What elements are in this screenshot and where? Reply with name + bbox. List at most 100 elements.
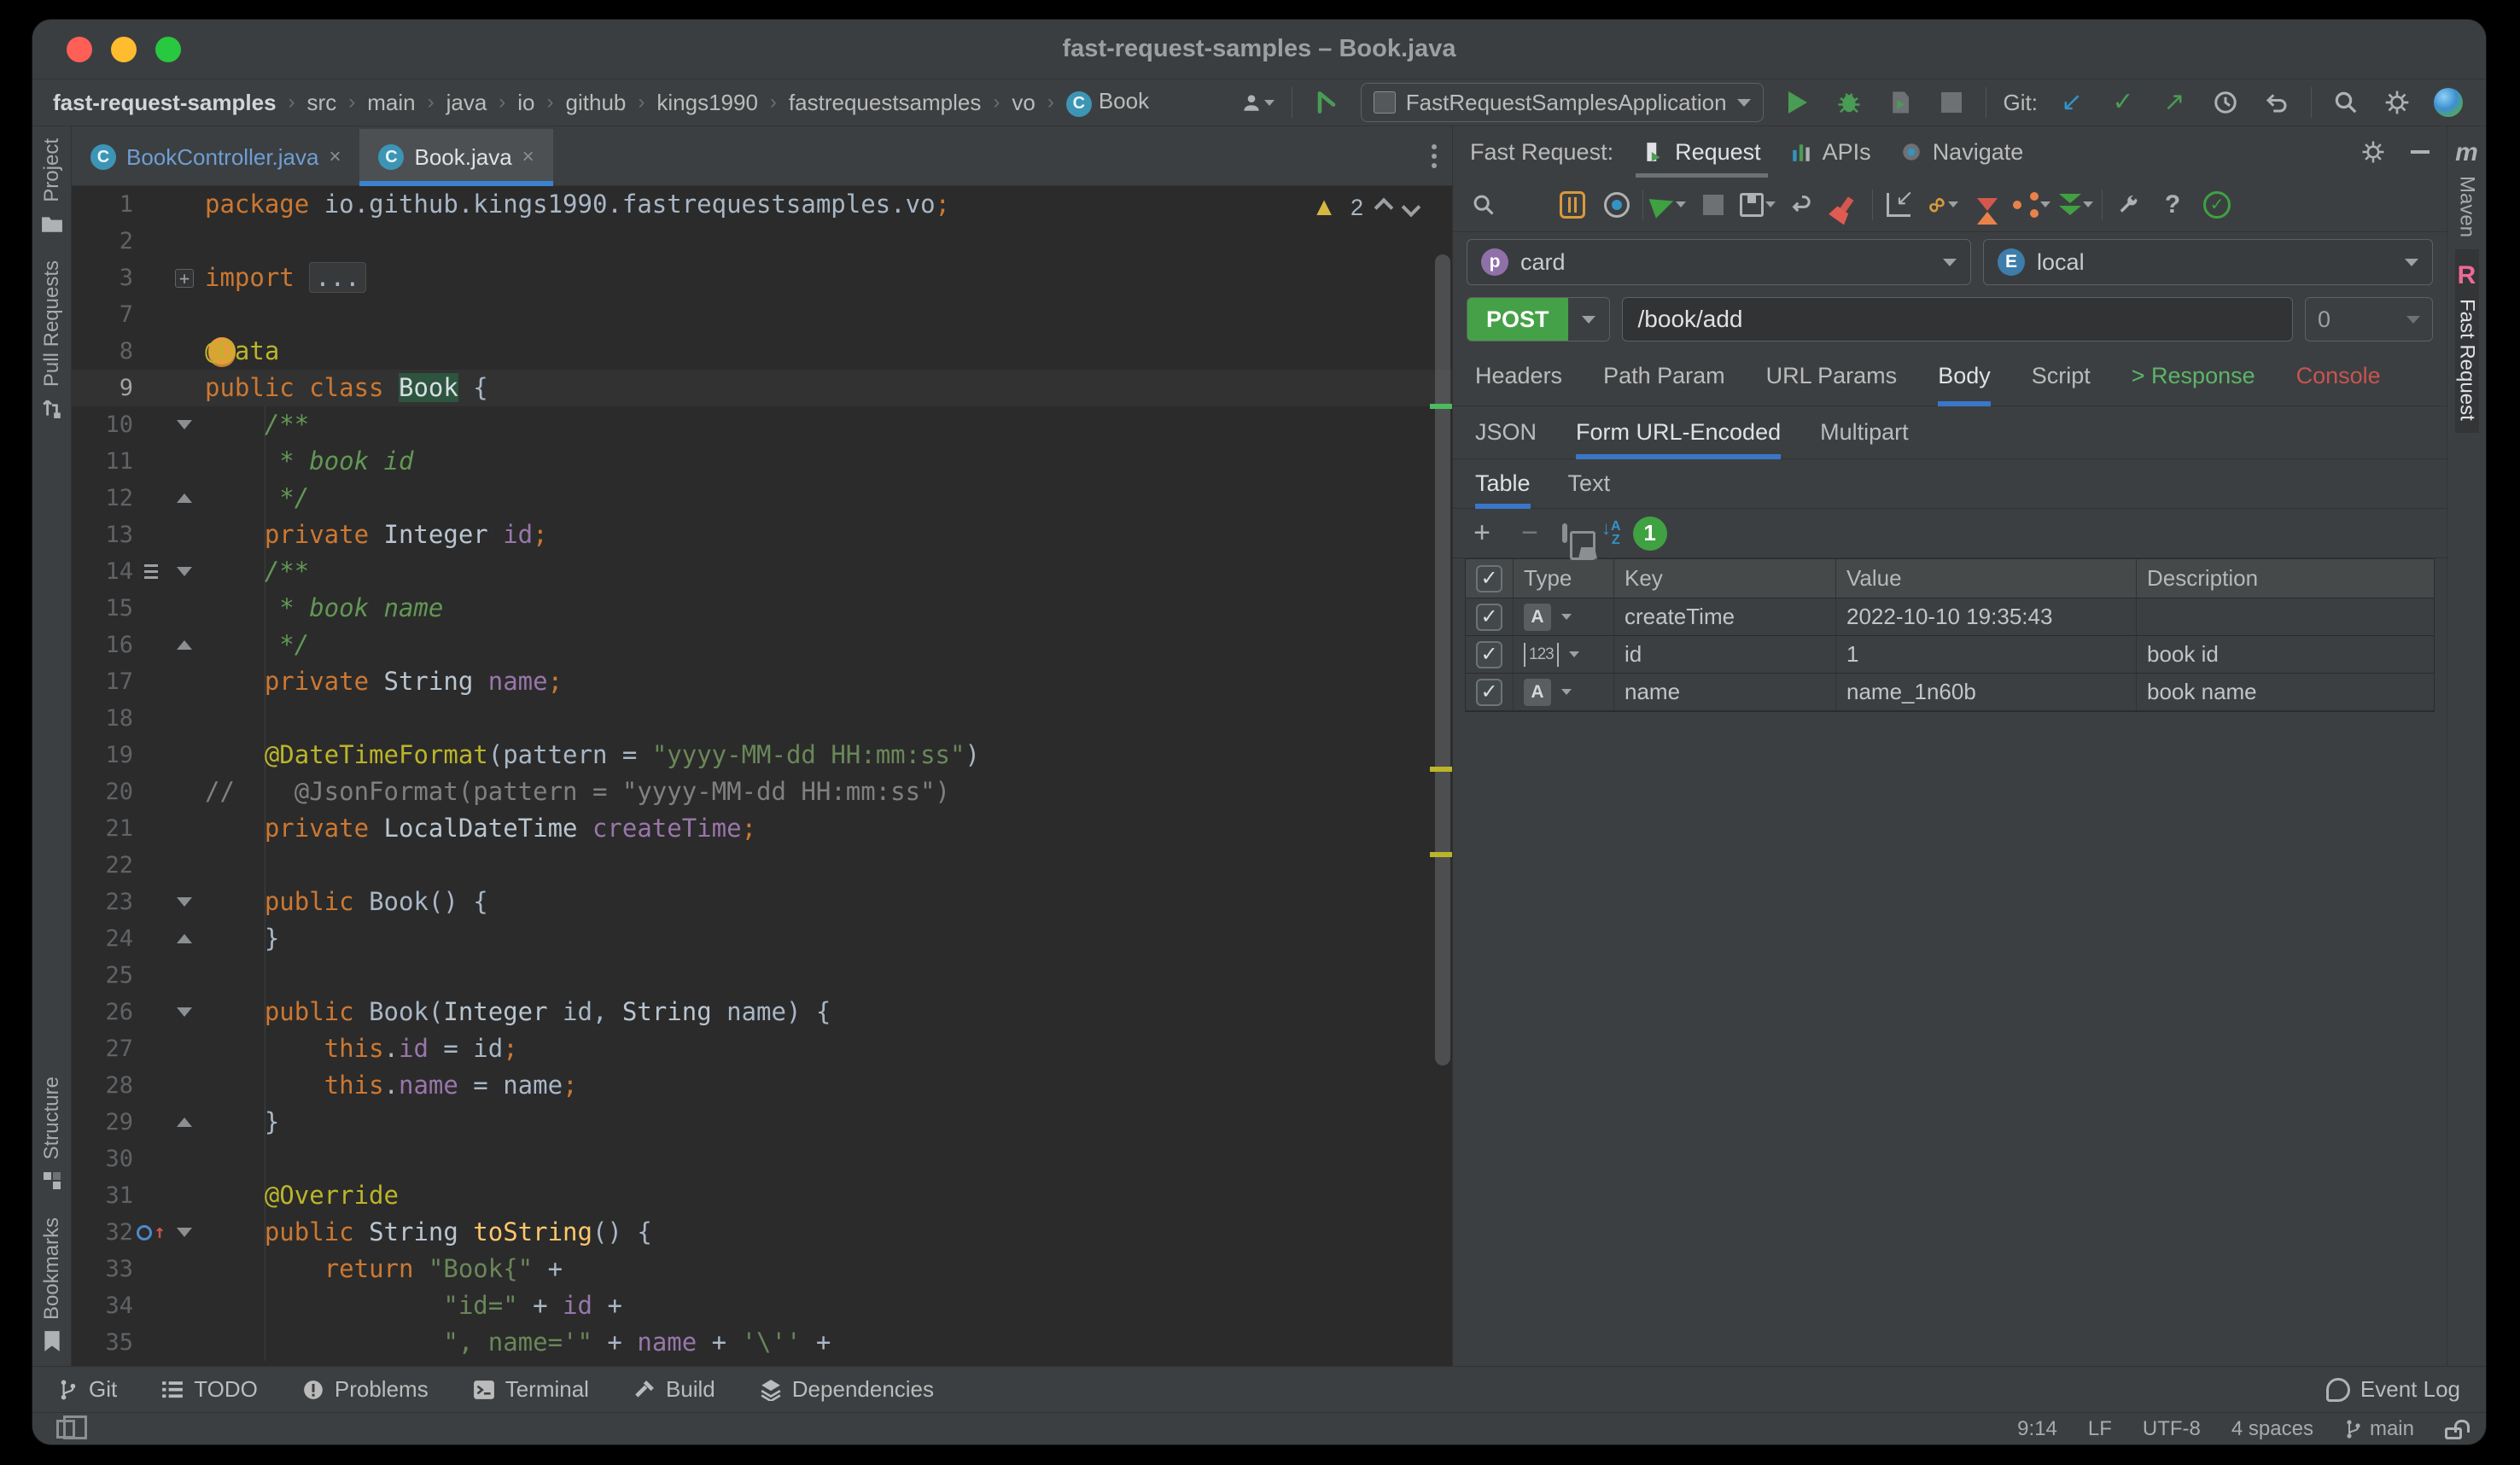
description-cell[interactable]: book id <box>2137 636 2434 673</box>
code-line[interactable]: 26 public Book(Integer id, String name) … <box>72 994 1452 1030</box>
fold-open-icon[interactable] <box>177 897 192 907</box>
sidebar-item-structure[interactable]: Structure <box>39 1065 65 1205</box>
code-line[interactable]: 1package io.github.kings1990.fastrequest… <box>72 186 1452 223</box>
type-dropdown-arrow[interactable] <box>1569 651 1579 657</box>
fold-close-icon[interactable] <box>177 1118 192 1127</box>
row-checkbox-cell[interactable]: ✓ <box>1466 674 1514 710</box>
fold-marker[interactable] <box>169 884 200 920</box>
gradle-sphere-icon[interactable] <box>2431 85 2465 120</box>
body-tab-multipart[interactable]: Multipart <box>1820 406 1909 458</box>
code-line[interactable]: 19 @DateTimeFormat(pattern = "yyyy-MM-dd… <box>72 737 1452 773</box>
fold-close-icon[interactable] <box>177 934 192 943</box>
unlock-icon[interactable] <box>2445 1427 2462 1439</box>
code-line[interactable]: 32↑ public String toString() { <box>72 1214 1452 1251</box>
code-line[interactable]: 35 ", name='" + name + '\'' + <box>72 1324 1452 1361</box>
sidebar-item-maven[interactable]: m Maven <box>2455 126 2479 249</box>
breadcrumb-item[interactable]: CBook <box>1066 88 1149 117</box>
generate-icon[interactable] <box>1562 526 1567 541</box>
sidebar-item-project[interactable]: Project <box>39 126 65 248</box>
code-line[interactable]: 12 */ <box>72 480 1452 517</box>
fold-expand-icon[interactable]: + <box>175 269 194 288</box>
key-cell[interactable]: id <box>1614 636 1836 673</box>
checkbox-checked[interactable]: ✓ <box>1476 565 1502 592</box>
git-update-icon[interactable]: ↙ <box>2055 85 2089 120</box>
settings-gear-icon[interactable] <box>2380 85 2414 120</box>
breadcrumb-item[interactable]: fast-request-samples <box>53 90 277 116</box>
header-checkbox[interactable]: ✓ <box>1466 559 1514 598</box>
description-cell[interactable] <box>2137 598 2434 635</box>
value-cell[interactable]: 1 <box>1836 636 2137 673</box>
env-dropdown[interactable]: E local <box>1983 239 2433 285</box>
request-tab-body[interactable]: Body <box>1938 347 1991 406</box>
add-row-icon[interactable]: + <box>1467 517 1497 550</box>
value-cell[interactable]: name_1n60b <box>1836 674 2137 710</box>
fold-marker[interactable] <box>169 1104 200 1141</box>
line-marker-icon[interactable] <box>144 564 158 579</box>
git-branch-widget[interactable]: main <box>2344 1417 2414 1441</box>
clean-cache-icon[interactable] <box>1828 186 1865 224</box>
run-button[interactable] <box>1781 85 1815 120</box>
save-request-icon[interactable] <box>1739 186 1776 224</box>
git-push-icon[interactable]: ↗ <box>2157 85 2191 120</box>
local-history-icon[interactable] <box>2208 85 2243 120</box>
code-line[interactable]: 2 <box>72 223 1452 260</box>
request-tab-console[interactable]: Console <box>2296 347 2381 406</box>
checkbox-checked[interactable]: ✓ <box>1476 679 1502 706</box>
project-dropdown[interactable]: p card <box>1467 239 1971 285</box>
key-cell[interactable]: name <box>1614 674 1836 710</box>
code-line[interactable]: 7 <box>72 296 1452 333</box>
help-icon[interactable]: ? <box>2154 186 2191 224</box>
fold-open-icon[interactable] <box>177 567 192 576</box>
caret-position[interactable]: 9:14 <box>2017 1417 2057 1441</box>
sidebar-item-pull-requests[interactable]: Pull Requests <box>39 248 65 433</box>
editor-tab-Book.java[interactable]: CBook.java× <box>359 129 552 185</box>
request-tab-headers[interactable]: Headers <box>1475 347 1562 406</box>
stop-button[interactable] <box>1934 85 1969 120</box>
view-tab-text[interactable]: Text <box>1568 459 1611 508</box>
request-tab-url-params[interactable]: URL Params <box>1766 347 1898 406</box>
code-line[interactable]: 14 /** <box>72 553 1452 590</box>
checkbox-checked[interactable]: ✓ <box>1476 641 1502 668</box>
proxy-toggle-icon[interactable] <box>1509 186 1547 224</box>
code-line[interactable]: 23 public Book() { <box>72 884 1452 920</box>
code-line[interactable]: 30 <box>72 1141 1452 1177</box>
type-cell[interactable]: 123 <box>1514 636 1614 673</box>
stop-request-icon[interactable] <box>1695 186 1732 224</box>
environment-config-icon[interactable] <box>1554 186 1591 224</box>
sidebar-item-bookmarks[interactable]: Bookmarks <box>39 1205 65 1366</box>
key-cell[interactable]: createTime <box>1614 598 1836 635</box>
checkbox-checked[interactable]: ✓ <box>1476 604 1502 631</box>
scroll-mark-warning-2[interactable] <box>1430 852 1452 857</box>
editor-scrollbar[interactable] <box>1435 254 1450 1065</box>
tool-window-button-problems[interactable]: Problems <box>302 1376 429 1403</box>
code-line[interactable]: 24 } <box>72 920 1452 957</box>
tools-wrench-icon[interactable] <box>2109 186 2147 224</box>
tab-navigate[interactable]: Navigate <box>1900 126 2024 178</box>
navigate-target-icon[interactable] <box>1598 186 1636 224</box>
scroll-mark-warning-1[interactable] <box>1430 767 1452 772</box>
code-line[interactable]: 3+import ... <box>72 260 1452 296</box>
row-checkbox-cell[interactable]: ✓ <box>1466 598 1514 635</box>
previous-warning-icon[interactable] <box>1374 198 1394 218</box>
code-line[interactable]: 27 this.id = id; <box>72 1030 1452 1067</box>
view-tab-table[interactable]: Table <box>1475 459 1531 508</box>
description-cell[interactable]: book name <box>2137 674 2434 710</box>
code-line[interactable]: 21 private LocalDateTime createTime; <box>72 810 1452 847</box>
debug-button[interactable] <box>1832 85 1866 120</box>
line-separator[interactable]: LF <box>2088 1417 2112 1441</box>
check-badge-icon[interactable]: ✓ <box>2198 186 2236 224</box>
tool-window-button-build[interactable]: Build <box>633 1376 715 1403</box>
code-line[interactable]: 17 private String name; <box>72 663 1452 700</box>
fold-marker[interactable] <box>169 627 200 663</box>
fold-marker[interactable] <box>169 553 200 590</box>
body-tab-form-url-encoded[interactable]: Form URL-Encoded <box>1576 406 1781 458</box>
table-row[interactable]: ✓ 123id1book id <box>1466 636 2434 674</box>
panel-settings-gear-icon[interactable] <box>2356 135 2390 169</box>
tool-window-button-git[interactable]: Git <box>58 1376 117 1403</box>
code-line[interactable]: 10 /** <box>72 406 1452 443</box>
close-icon[interactable]: × <box>329 145 341 169</box>
search-icon[interactable] <box>1465 186 1502 224</box>
table-row[interactable]: ✓AcreateTime2022-10-10 19:35:43 <box>1466 598 2434 636</box>
url-input[interactable]: /book/add <box>1622 297 2293 341</box>
code-editor[interactable]: 1package io.github.kings1990.fastrequest… <box>72 186 1452 1366</box>
